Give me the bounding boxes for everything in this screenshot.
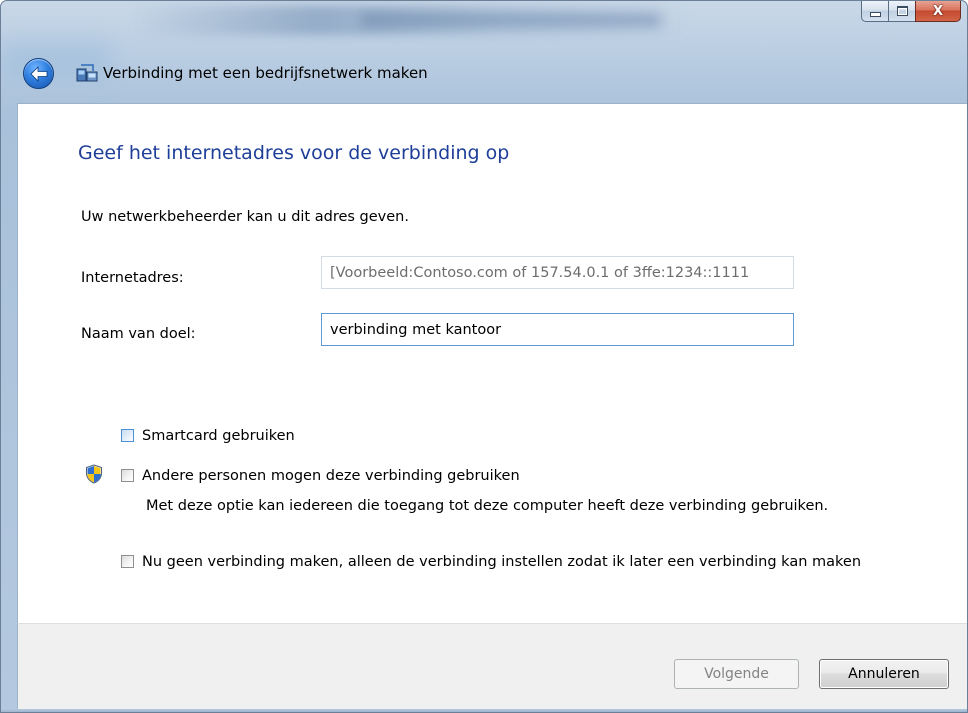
page-subtext: Uw netwerkbeheerder kan u dit adres geve… [81, 209, 409, 225]
others-checkbox[interactable] [121, 469, 134, 482]
smartcard-label[interactable]: Smartcard gebruiken [142, 426, 295, 446]
network-connection-icon [76, 64, 98, 82]
wizard-content: Geef het internetadres voor de verbindin… [17, 103, 967, 623]
glass-decoration [361, 13, 661, 27]
later-option[interactable]: Nu geen verbinding maken, alleen de verb… [121, 552, 891, 572]
window-bottom-frame [1, 709, 967, 712]
later-checkbox[interactable] [121, 555, 134, 568]
maximize-icon [896, 6, 908, 16]
destination-input[interactable] [321, 313, 794, 346]
address-input[interactable] [321, 256, 794, 289]
maximize-button[interactable] [888, 1, 915, 22]
others-option[interactable]: Andere personen mogen deze verbinding ge… [121, 466, 520, 486]
minimize-button[interactable] [861, 1, 888, 22]
caption-buttons: X [861, 1, 961, 22]
destination-label: Naam van doel: [81, 326, 196, 342]
others-description: Met deze optie kan iedereen die toegang … [146, 498, 829, 514]
smartcard-option[interactable]: Smartcard gebruiken [121, 426, 295, 446]
close-button[interactable]: X [915, 1, 961, 22]
address-label: Internetadres: [81, 270, 184, 286]
button-bar: Volgende Annuleren [17, 623, 967, 712]
back-button[interactable] [23, 58, 54, 89]
others-label[interactable]: Andere personen mogen deze verbinding ge… [142, 466, 520, 486]
page-heading: Geef het internetadres voor de verbindin… [78, 142, 510, 164]
window-title: Verbinding met een bedrijfsnetwerk maken [103, 64, 428, 82]
minimize-icon [869, 11, 881, 17]
wizard-window: X Verbinding met een bedrijfsnetwerk mak… [0, 0, 968, 713]
uac-shield-icon [86, 464, 102, 484]
back-arrow-icon [29, 65, 47, 82]
smartcard-checkbox[interactable] [121, 429, 134, 442]
next-button[interactable]: Volgende [674, 659, 799, 689]
close-icon: X [932, 3, 944, 19]
later-label[interactable]: Nu geen verbinding maken, alleen de verb… [142, 552, 861, 572]
cancel-button[interactable]: Annuleren [819, 659, 949, 689]
